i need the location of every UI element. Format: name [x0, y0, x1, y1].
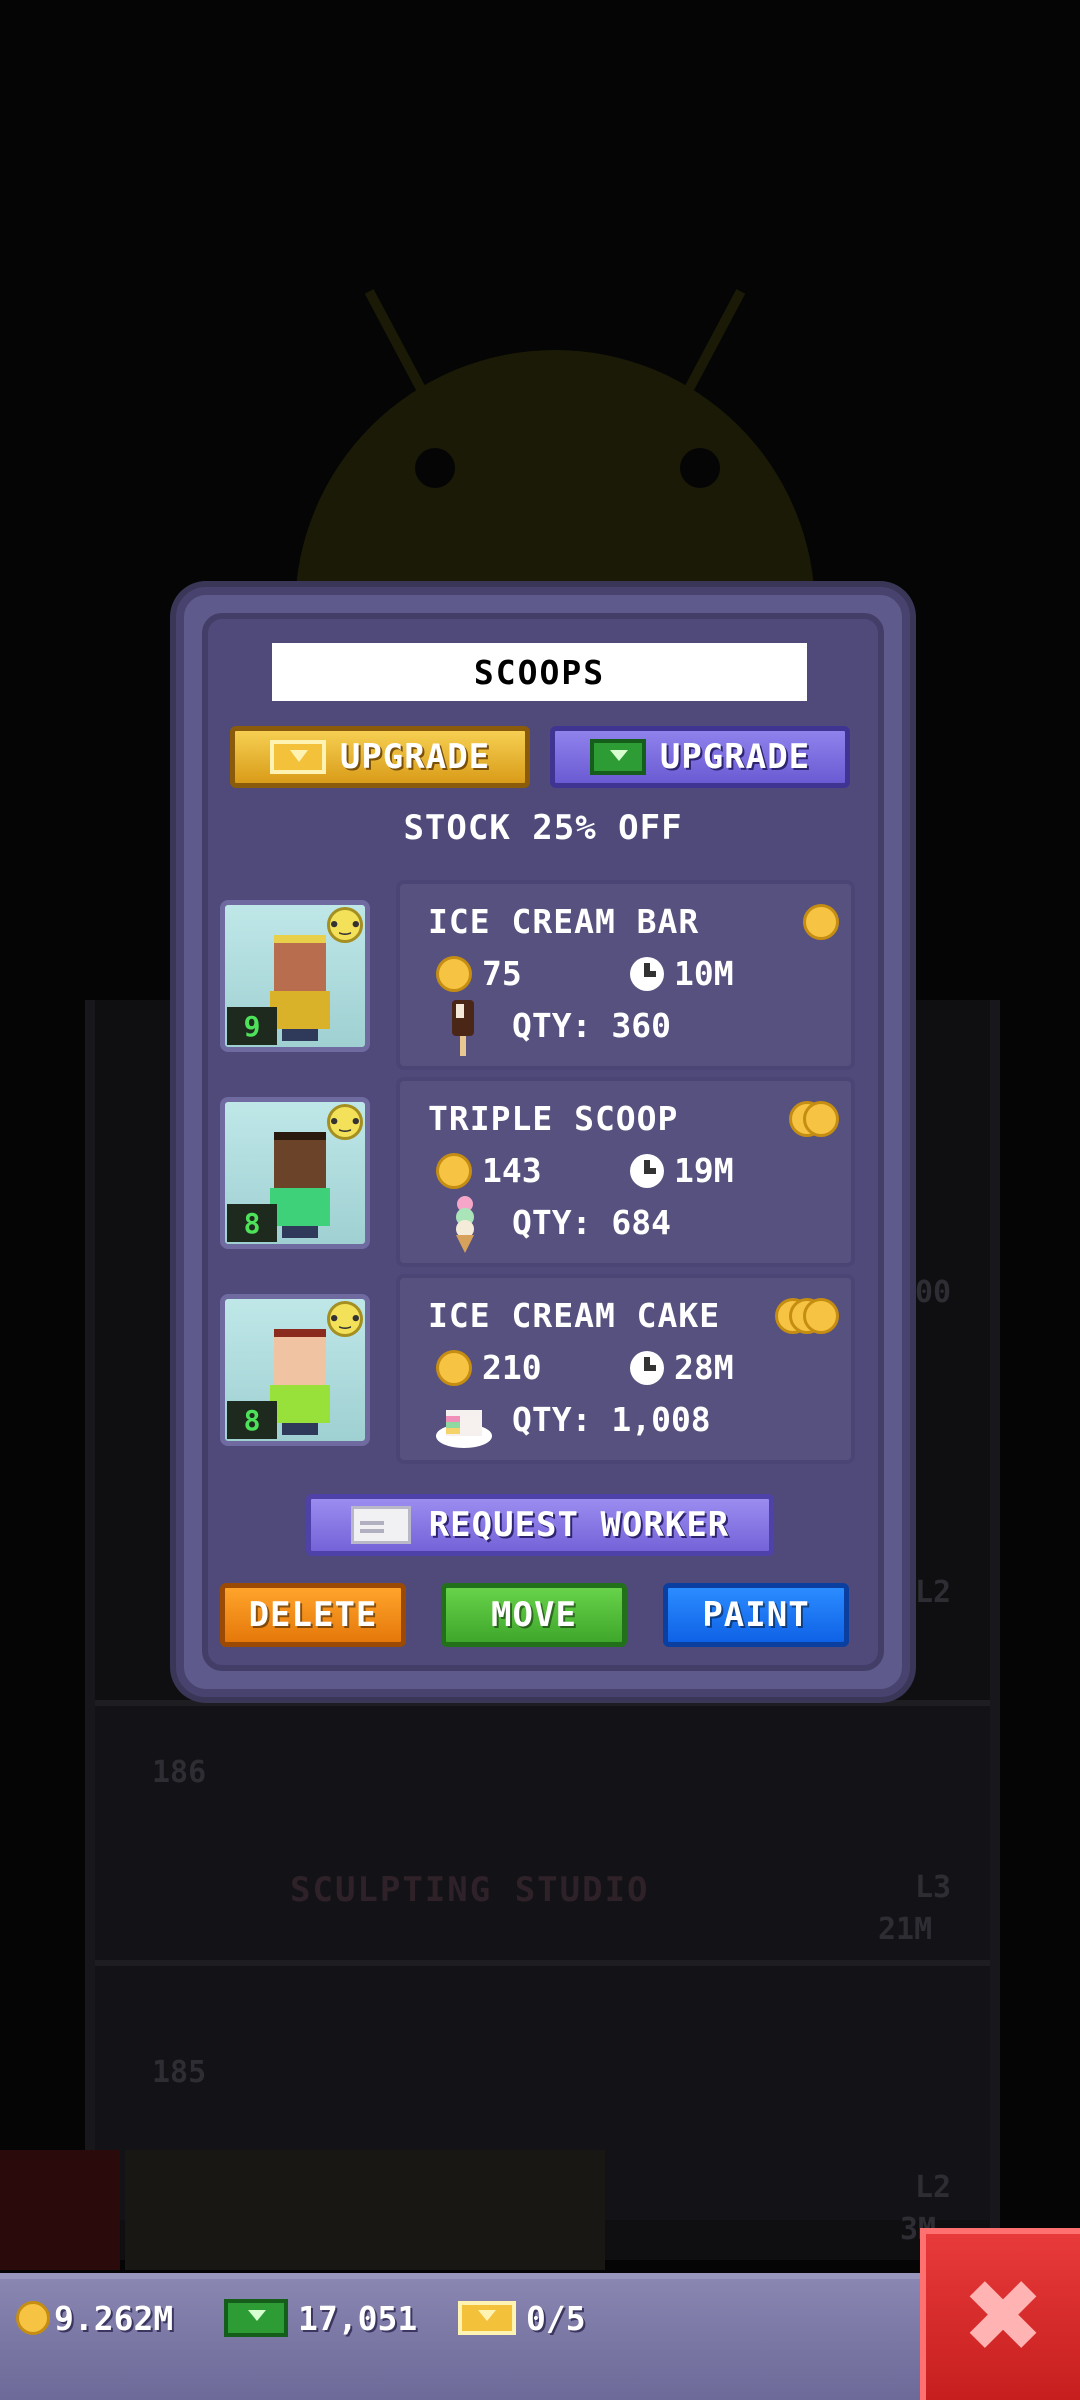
floor-number: 186	[152, 1755, 207, 1790]
clock-icon	[630, 1153, 664, 1188]
product-time: 28M	[630, 1348, 734, 1387]
floor-level-tag: L2	[915, 1575, 952, 1610]
worker-figure	[270, 1132, 330, 1242]
product-cost: 75	[436, 954, 522, 993]
coin-tier-icon	[789, 1101, 839, 1137]
upgrade-cash-button[interactable]: UPGRADE	[550, 726, 850, 788]
floor-time-tag: 21M	[878, 1912, 933, 1947]
ice-cream-bar-icon	[452, 1000, 474, 1056]
floor-level-tag: L2	[915, 2170, 952, 2205]
worker-avatar[interactable]: •‿• 8	[220, 1097, 370, 1249]
delete-button[interactable]: DELETE	[220, 1583, 406, 1647]
worker-level: 9	[227, 1007, 277, 1045]
bux-balance: 17,051	[224, 2293, 417, 2343]
worker-figure	[270, 935, 330, 1045]
product-name: ICE CREAM CAKE	[428, 1296, 721, 1335]
bux-icon	[589, 739, 646, 775]
coin-icon	[436, 955, 472, 992]
coin-icon	[16, 2301, 50, 2335]
worker-level: 8	[227, 1204, 277, 1242]
triple-scoop-icon	[456, 1196, 474, 1253]
upgrade-ticket-label: UPGRADE	[339, 737, 491, 777]
coin-tier-icon	[803, 904, 839, 940]
ice-cream-cake-icon	[436, 1410, 492, 1448]
worker-level: 8	[227, 1401, 277, 1439]
product-card[interactable]: ICE CREAM CAKE 210 28M QTY: 1,008	[396, 1274, 855, 1464]
ticket-icon	[458, 2301, 516, 2335]
bux-icon	[224, 2299, 288, 2337]
close-button[interactable]: ✖	[920, 2228, 1080, 2400]
coin-balance: 9.262M	[16, 2293, 173, 2343]
floor-partial-text: 00	[915, 1275, 952, 1310]
tower-floor	[95, 1700, 990, 1960]
product-card[interactable]: ICE CREAM BAR 75 10M QTY: 360	[396, 880, 855, 1070]
close-icon: ✖	[961, 2258, 1045, 2375]
mood-neutral-icon: •‿•	[327, 1104, 363, 1140]
bux-balance-value: 17,051	[298, 2298, 418, 2338]
request-worker-label: REQUEST WORKER	[428, 1505, 730, 1545]
clock-icon	[630, 1350, 664, 1385]
ticket-balance: 0/5	[458, 2293, 586, 2343]
request-worker-button[interactable]: REQUEST WORKER	[306, 1494, 774, 1556]
move-button[interactable]: MOVE	[441, 1583, 627, 1647]
product-time: 19M	[630, 1151, 734, 1190]
stock-discount-text: STOCK 25% OFF	[403, 808, 683, 848]
product-qty: QTY: 684	[512, 1203, 671, 1242]
coin-balance-value: 9.262M	[54, 2298, 174, 2338]
ticket-balance-value: 0/5	[526, 2298, 586, 2338]
floor-level-tag: L3	[915, 1870, 952, 1905]
product-name: TRIPLE SCOOP	[428, 1099, 679, 1138]
mood-neutral-icon: •‿•	[327, 1301, 363, 1337]
upgrade-ticket-button[interactable]: UPGRADE	[230, 726, 530, 788]
product-qty: QTY: 360	[512, 1006, 671, 1045]
clock-icon	[630, 956, 664, 991]
product-card[interactable]: TRIPLE SCOOP 143 19M QTY: 684	[396, 1077, 855, 1267]
product-qty: QTY: 1,008	[512, 1400, 711, 1439]
worker-avatar[interactable]: •‿• 8	[220, 1294, 370, 1446]
floor-number: 185	[152, 2055, 207, 2090]
floor-title-input[interactable]: SCOOPS	[272, 643, 807, 701]
worker-avatar[interactable]: •‿• 9	[220, 900, 370, 1052]
coin-icon	[436, 1152, 472, 1189]
product-row: •‿• 8 TRIPLE SCOOP 143 19M QTY: 684	[220, 1077, 855, 1267]
dimmed-panel	[125, 2150, 605, 2270]
mood-neutral-icon: •‿•	[327, 907, 363, 943]
coin-icon	[436, 1349, 472, 1386]
product-cost: 210	[436, 1348, 542, 1387]
product-cost: 143	[436, 1151, 542, 1190]
envelope-icon	[350, 1506, 411, 1544]
floor-name: SCULPTING STUDIO	[290, 1870, 650, 1910]
ticket-icon	[269, 740, 326, 774]
elevator-button	[0, 2150, 120, 2270]
android-eye-left	[415, 448, 455, 488]
product-name: ICE CREAM BAR	[428, 902, 700, 941]
product-time: 10M	[630, 954, 734, 993]
product-row: •‿• 9 ICE CREAM BAR 75 10M QTY: 360	[220, 880, 855, 1070]
android-eye-right	[680, 448, 720, 488]
upgrade-cash-label: UPGRADE	[659, 737, 811, 777]
coin-tier-icon	[775, 1298, 839, 1334]
worker-figure	[270, 1329, 330, 1439]
paint-button[interactable]: PAINT	[663, 1583, 849, 1647]
product-row: •‿• 8 ICE CREAM CAKE 210 28M QTY: 1,008	[220, 1274, 855, 1464]
